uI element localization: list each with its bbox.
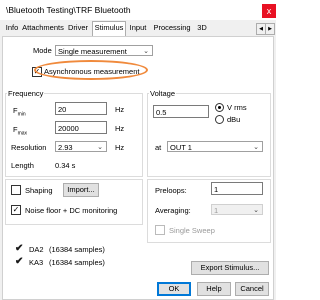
fmin-unit: Hz (115, 105, 125, 114)
mode-value: Single measurement (58, 47, 127, 56)
shaping-checkbox[interactable] (11, 185, 21, 195)
cancel-button[interactable]: Cancel (235, 282, 269, 296)
export-stimulus-button[interactable]: Export Stimulus... (191, 261, 269, 275)
averaging-select[interactable]: 1 ⌄ (211, 204, 263, 215)
voltage-input[interactable]: 0.5 (153, 105, 209, 118)
sample-name: DA2 (29, 245, 44, 254)
vrms-label: V rms (227, 103, 247, 112)
averaging-value: 1 (214, 206, 219, 215)
sample-detail: (16384 samples) (49, 258, 105, 267)
title-bar: \Bluetooth Testing\TRF Bluetooth x (0, 0, 276, 20)
import-button[interactable]: Import... (63, 183, 99, 197)
dbu-label: dBu (227, 115, 241, 124)
length-label: Length (11, 161, 34, 170)
noise-label: Noise floor + DC monitoring (25, 206, 118, 215)
length-value: 0.34 s (55, 161, 76, 170)
tab-3d[interactable]: 3D (196, 22, 208, 35)
preloops-input[interactable]: 1 (211, 182, 263, 195)
at-label: at (155, 143, 162, 152)
help-button[interactable]: Help (197, 282, 231, 296)
tab-info[interactable]: Info (4, 22, 20, 35)
close-icon[interactable]: x (262, 4, 276, 18)
single-sweep-label: Single Sweep (169, 226, 215, 235)
fmin-input[interactable]: 20 (55, 102, 107, 115)
tab-input[interactable]: Input (128, 22, 148, 35)
tab-stimulus[interactable]: Stimulus (92, 21, 126, 37)
dbu-radio[interactable] (215, 115, 224, 124)
fmax-input[interactable]: 20000 (55, 121, 107, 134)
mode-label: Mode (33, 46, 52, 55)
vrms-radio[interactable] (215, 103, 224, 112)
chevron-down-icon: ⌄ (97, 144, 103, 151)
tab-scroll: ◀ ▶ (256, 23, 275, 35)
preloops-label: Preloops: (155, 186, 187, 195)
tab-driver[interactable]: Driver (66, 22, 90, 35)
tab-attachments[interactable]: Attachments (22, 22, 64, 35)
resolution-unit: Hz (115, 143, 125, 152)
checkmark-icon: ✔ (15, 256, 24, 267)
chevron-down-icon: ⌄ (253, 207, 259, 214)
output-value: OUT 1 (170, 143, 192, 152)
chevron-down-icon: ⌄ (253, 144, 259, 151)
noise-checkbox[interactable]: ✓ (11, 205, 21, 215)
output-select[interactable]: OUT 1 ⌄ (167, 141, 263, 152)
window-title: \Bluetooth Testing\TRF Bluetooth (6, 5, 131, 15)
shaping-label: Shaping (25, 186, 53, 195)
voltage-group-label: Voltage (149, 89, 177, 98)
dialog-window: \Bluetooth Testing\TRF Bluetooth x Info … (0, 0, 276, 300)
frequency-group-label: Frequency (7, 89, 45, 98)
tab-bar: Info Attachments Driver Stimulus Input P… (0, 21, 276, 37)
fmin-label: Fmin (13, 106, 26, 118)
tab-processing[interactable]: Processing (152, 22, 192, 35)
fmax-label: Fmax (13, 125, 28, 137)
averaging-label: Averaging: (155, 206, 191, 215)
ok-button[interactable]: OK (157, 282, 191, 296)
resolution-select[interactable]: 2.93 ⌄ (55, 141, 107, 152)
checkmark-icon: ✔ (15, 243, 24, 254)
highlight-ellipse (34, 60, 148, 80)
chevron-right-icon[interactable]: ▶ (265, 23, 275, 35)
sample-name: KA3 (29, 258, 44, 267)
sample-detail: (16384 samples) (49, 245, 105, 254)
fmax-unit: Hz (115, 124, 125, 133)
mode-select[interactable]: Single measurement ⌄ (55, 45, 153, 56)
single-sweep-checkbox[interactable] (155, 225, 165, 235)
resolution-label: Resolution (11, 143, 47, 152)
chevron-down-icon: ⌄ (143, 48, 149, 55)
resolution-value: 2.93 (58, 143, 73, 152)
